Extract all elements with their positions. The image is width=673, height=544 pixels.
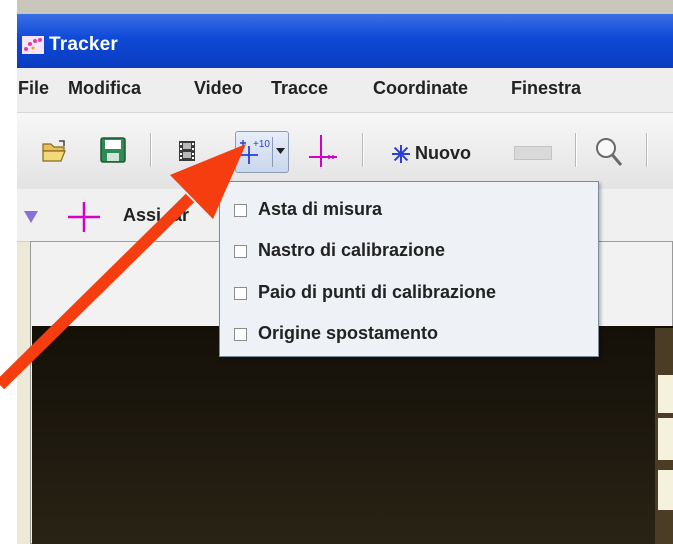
annotation-arrow [0, 144, 246, 390]
arrow-shaft [0, 193, 195, 390]
